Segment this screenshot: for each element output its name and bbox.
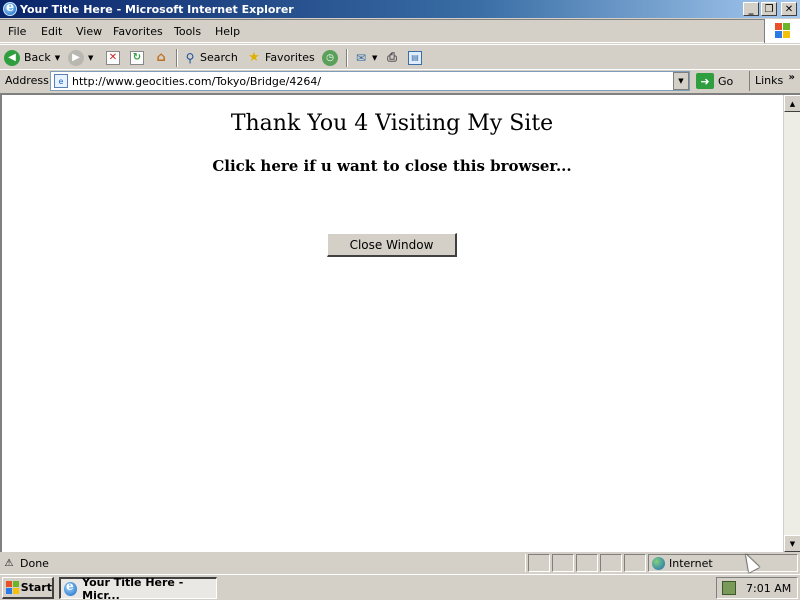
forward-dropdown-icon[interactable]: ▼ [88,54,93,62]
status-cell [576,554,598,572]
windows-logo [764,19,800,43]
address-label: Address [5,74,49,87]
links-chevron-icon[interactable]: » [789,72,795,83]
network-icon[interactable] [722,581,736,595]
close-button[interactable]: ✕ [781,2,797,16]
back-dropdown-icon[interactable]: ▼ [55,54,60,62]
menu-edit[interactable]: Edit [41,25,62,38]
status-cell [552,554,574,572]
stop-button[interactable]: ✕ [106,48,120,67]
page-content: Thank You 4 Visiting My Site Click here … [0,93,800,552]
taskbar: Start Your Title Here - Micr... 7:01 AM [0,574,800,600]
scroll-up-icon[interactable]: ▲ [784,95,800,112]
go-label: Go [718,74,734,88]
stop-icon: ✕ [106,50,120,65]
page-subheading: Click here if u want to close this brows… [212,157,572,175]
warning-icon: ⚠ [4,557,14,569]
close-window-button[interactable]: Close Window [327,233,457,257]
ie-icon[interactable] [3,0,17,16]
address-bar: Address e http://www.geocities.com/Tokyo… [0,69,800,92]
status-cell [624,554,646,572]
go-arrow-icon: ➜ [696,73,714,89]
menu-bar: File Edit View Favorites Tools Help [0,19,800,43]
windows-flag-icon [6,581,19,594]
favorites-button[interactable]: ★ Favorites [247,48,315,67]
favorites-label: Favorites [265,51,315,64]
menu-help[interactable]: Help [215,25,240,38]
restore-button[interactable]: ❐ [761,2,777,16]
home-icon: ⌂ [156,50,166,65]
menu-favorites[interactable]: Favorites [113,25,163,38]
refresh-button[interactable]: ↻ [130,48,144,67]
history-button[interactable]: ◷ [322,48,338,67]
menu-file[interactable]: File [8,25,26,38]
title-bar[interactable]: Your Title Here - Microsoft Internet Exp… [0,0,800,18]
start-label: Start [20,581,52,594]
menu-tools[interactable]: Tools [174,25,201,38]
toolbar-separator [176,49,178,67]
history-icon: ◷ [322,49,338,66]
ie-icon [64,579,78,596]
status-cell [528,554,550,572]
address-url[interactable]: http://www.geocities.com/Tokyo/Bridge/42… [72,75,673,88]
home-button[interactable]: ⌂ [154,48,168,67]
print-icon: ⎙ [387,50,397,64]
links-label: Links [755,74,784,87]
back-label: Back [24,51,51,64]
forward-button[interactable]: ▶ ▼ [68,48,93,67]
globe-icon [652,556,665,570]
scroll-down-icon[interactable]: ▼ [784,535,800,552]
vertical-scrollbar[interactable]: ▲ ▼ [783,95,800,552]
standard-toolbar: ◀ Back ▼ ▶ ▼ ✕ ↻ ⌂ ⚲ Search ★ Favorites … [0,44,800,69]
menu-view[interactable]: View [76,25,102,38]
status-cell [600,554,622,572]
taskbar-item-ie[interactable]: Your Title Here - Micr... [59,575,217,600]
refresh-icon: ↻ [130,50,144,65]
back-button[interactable]: ◀ Back ▼ [4,48,60,67]
back-arrow-icon: ◀ [4,49,20,66]
edit-button[interactable]: ▤ [408,48,422,67]
print-button[interactable]: ⎙ [385,48,399,67]
start-button[interactable]: Start [2,577,54,599]
system-tray: 7:01 AM [716,577,798,599]
page-icon: e [54,74,68,88]
search-button[interactable]: ⚲ Search [183,48,238,67]
status-text: Done [20,556,49,570]
address-input[interactable]: e http://www.geocities.com/Tokyo/Bridge/… [50,71,690,91]
edit-page-icon: ▤ [408,50,422,65]
minimize-button[interactable]: _ [743,2,759,16]
page-heading: Thank You 4 Visiting My Site [230,111,554,136]
windows-flag-icon [775,23,791,39]
status-bar: ⚠ Done Internet [0,553,800,573]
clock[interactable]: 7:01 AM [746,582,791,595]
address-dropdown-icon[interactable]: ▼ [673,72,689,90]
status-text-area: ⚠ Done [2,554,526,572]
zone-label: Internet [669,556,713,570]
taskbar-item-label: Your Title Here - Micr... [82,575,184,600]
forward-arrow-icon: ▶ [68,49,84,66]
search-icon: ⚲ [185,50,195,65]
toolbar-separator [346,49,348,67]
mail-icon: ✉ [355,50,367,65]
security-zone[interactable]: Internet [648,554,798,572]
favorites-star-icon: ★ [248,50,260,65]
links-button[interactable]: Links » [749,71,800,91]
mail-button[interactable]: ✉ ▼ [354,48,377,67]
go-button[interactable]: ➜ Go [696,73,733,89]
search-label: Search [200,51,238,64]
mail-dropdown-icon[interactable]: ▼ [372,54,377,62]
window-title: Your Title Here - Microsoft Internet Exp… [20,2,294,16]
